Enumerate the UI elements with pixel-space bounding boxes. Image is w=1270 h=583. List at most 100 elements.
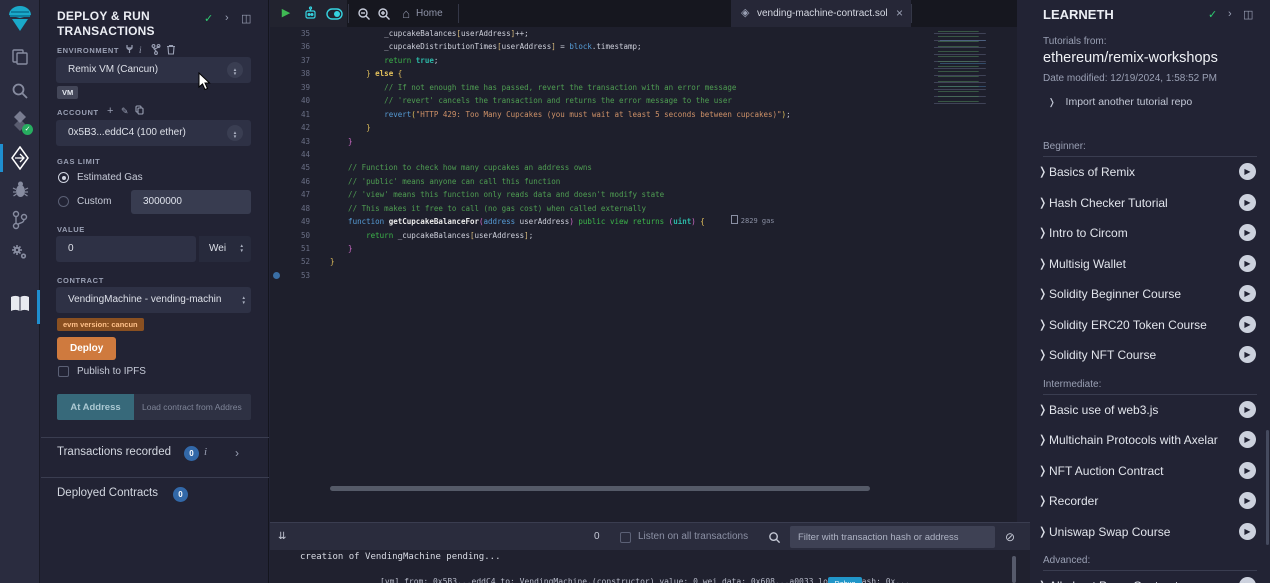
panel-pin-icon[interactable]: ◫ (241, 12, 251, 25)
chevron-right-icon[interactable]: ❭ (1038, 318, 1047, 331)
code-line[interactable]: 38 } else { (270, 67, 922, 80)
tab-vending-machine-contract[interactable]: ◈ vending-machine-contract.sol × (731, 0, 911, 27)
tutorial-item[interactable]: ❭NFT Auction Contract▶ (1038, 456, 1270, 487)
at-address-input[interactable] (134, 394, 251, 420)
trash-icon[interactable] (166, 44, 176, 57)
run-script-icon[interactable]: ▶ (276, 0, 296, 27)
chevron-right-icon[interactable]: ❭ (1038, 287, 1047, 300)
transactions-info-icon[interactable]: i (204, 446, 207, 458)
tutorial-item[interactable]: ❭Hash Checker Tutorial▶ (1038, 188, 1270, 219)
play-tutorial-button[interactable]: ▶ (1239, 346, 1256, 363)
transaction-filter-input[interactable] (790, 526, 995, 548)
search-icon[interactable] (0, 82, 40, 105)
play-tutorial-button[interactable]: ▶ (1239, 577, 1256, 583)
account-select-caret[interactable]: ▲▼ (227, 125, 243, 141)
remix-logo-icon[interactable] (0, 5, 40, 40)
custom-gas-radio[interactable] (58, 196, 69, 207)
tab-close-icon[interactable]: × (896, 0, 903, 27)
learneth-scrollbar[interactable] (1266, 430, 1269, 545)
chevron-right-icon[interactable]: ❭ (1038, 165, 1047, 178)
panel-chevron-icon[interactable]: › (225, 12, 229, 24)
at-address-button[interactable]: At Address (57, 394, 134, 420)
tutorial-item[interactable]: ❭Solidity ERC20 Token Course▶ (1038, 310, 1270, 341)
chevron-right-icon[interactable]: ❭ (1038, 525, 1047, 538)
home-tab[interactable]: Home (416, 0, 443, 27)
play-tutorial-button[interactable]: ▶ (1239, 163, 1256, 180)
copilot-toggle-icon[interactable] (323, 0, 345, 27)
edit-account-icon[interactable]: ✎ (121, 106, 129, 117)
listen-transactions-checkbox[interactable] (620, 532, 631, 543)
contract-select[interactable]: VendingMachine - vending-machin ▲▼ (56, 287, 251, 313)
code-line[interactable]: 48 // This makes it free to call (no gas… (270, 202, 922, 215)
code-line[interactable]: 45 // Function to check how many cupcake… (270, 161, 922, 174)
account-select[interactable]: 0x5B3...eddC4 (100 ether) (56, 120, 251, 146)
value-unit-select[interactable]: Wei ▲▼ (199, 236, 251, 262)
play-tutorial-button[interactable]: ▶ (1239, 255, 1256, 272)
code-line[interactable]: 49 function getCupcakeBalanceFor(address… (270, 215, 922, 228)
horizontal-scrollbar[interactable] (330, 486, 870, 491)
tutorial-item[interactable]: ❭Intro to Circom▶ (1038, 218, 1270, 249)
play-tutorial-button[interactable]: ▶ (1239, 462, 1256, 479)
chevron-right-icon[interactable]: ❭ (1038, 494, 1047, 507)
learneth-book-icon[interactable] (0, 294, 40, 319)
chevron-right-icon[interactable]: ❭ (1038, 348, 1047, 361)
settings-icon[interactable] (0, 242, 40, 267)
play-tutorial-button[interactable]: ▶ (1239, 523, 1256, 540)
code-line[interactable]: 37 return true; (270, 54, 922, 67)
chevron-right-icon[interactable]: ❭ (1038, 196, 1047, 209)
publish-ipfs-checkbox[interactable] (58, 366, 69, 377)
code-line[interactable]: 52} (270, 255, 922, 268)
tutorial-item[interactable]: ❭All about Proxy Contracts▶ (1038, 571, 1270, 583)
debugger-icon[interactable] (0, 180, 40, 204)
play-tutorial-button[interactable]: ▶ (1239, 224, 1256, 241)
minimap[interactable] (922, 27, 1012, 109)
tutorial-item[interactable]: ❭Basic use of web3.js▶ (1038, 395, 1270, 426)
code-line[interactable]: 41 revert("HTTP 429: Too Many Cupcakes (… (270, 108, 922, 121)
estimated-gas-radio[interactable] (58, 172, 69, 183)
home-icon[interactable]: ⌂ (398, 0, 414, 27)
play-tutorial-button[interactable]: ▶ (1239, 431, 1256, 448)
plug-icon[interactable] (125, 44, 134, 56)
deploy-run-icon[interactable] (0, 146, 40, 175)
tutorial-item[interactable]: ❭Basics of Remix▶ (1038, 157, 1270, 188)
zoom-in-icon[interactable] (374, 0, 394, 27)
tutorial-item[interactable]: ❭Solidity Beginner Course▶ (1038, 279, 1270, 310)
tutorial-item[interactable]: ❭Solidity NFT Course▶ (1038, 340, 1270, 371)
zoom-out-icon[interactable] (354, 0, 374, 27)
code-line[interactable]: 36 _cupcakeDistributionTimes[userAddress… (270, 40, 922, 53)
tutorial-item[interactable]: ❭Multisig Wallet▶ (1038, 249, 1270, 280)
file-explorer-icon[interactable] (0, 48, 40, 71)
play-tutorial-button[interactable]: ▶ (1239, 194, 1256, 211)
transactions-expand-icon[interactable]: › (235, 446, 239, 460)
code-line[interactable]: 35 _cupcakeBalances[userAddress]++; (270, 27, 922, 40)
chevron-right-icon[interactable]: ❭ (1038, 257, 1047, 270)
copy-account-icon[interactable] (135, 105, 144, 117)
info-icon[interactable]: i (139, 45, 142, 55)
tutorial-item[interactable]: ❭Multichain Protocols with Axelar▶ (1038, 425, 1270, 456)
learneth-chevron-icon[interactable]: › (1228, 8, 1232, 20)
tutorial-item[interactable]: ❭Recorder▶ (1038, 486, 1270, 517)
import-tutorial-repo[interactable]: ❭Import another tutorial repo (1048, 96, 1192, 108)
chevron-right-icon[interactable]: ❭ (1038, 464, 1047, 477)
terminal-scrollbar[interactable] (1012, 556, 1016, 583)
deploy-button[interactable]: Deploy (57, 337, 116, 360)
code-lines[interactable]: 35 _cupcakeBalances[userAddress]++;36 _c… (270, 27, 922, 512)
play-tutorial-button[interactable]: ▶ (1239, 401, 1256, 418)
code-line[interactable]: 46 // 'public' means anyone can call thi… (270, 175, 922, 188)
solidity-compiler-icon[interactable] (0, 110, 40, 137)
play-tutorial-button[interactable]: ▶ (1239, 492, 1256, 509)
terminal-search-icon[interactable] (768, 524, 781, 552)
chevron-right-icon[interactable]: ❭ (1038, 579, 1047, 583)
environment-select-caret[interactable]: ▲▼ (227, 62, 243, 78)
value-input[interactable]: 0 (56, 236, 196, 262)
collapse-terminal-icon[interactable]: ⇊ (278, 523, 286, 551)
play-tutorial-button[interactable]: ▶ (1239, 316, 1256, 333)
add-account-icon[interactable]: + (107, 105, 113, 117)
code-line[interactable]: 42 } (270, 121, 922, 134)
debug-button[interactable]: Debug (828, 577, 862, 583)
clear-console-icon[interactable]: ⊘ (1005, 523, 1015, 551)
code-line[interactable]: 50 return _cupcakeBalances[userAddress]; (270, 229, 922, 242)
chevron-right-icon[interactable]: ❭ (1038, 403, 1047, 416)
learneth-pin-icon[interactable]: ◫ (1243, 8, 1253, 21)
chevron-right-icon[interactable]: ❭ (1038, 226, 1047, 239)
